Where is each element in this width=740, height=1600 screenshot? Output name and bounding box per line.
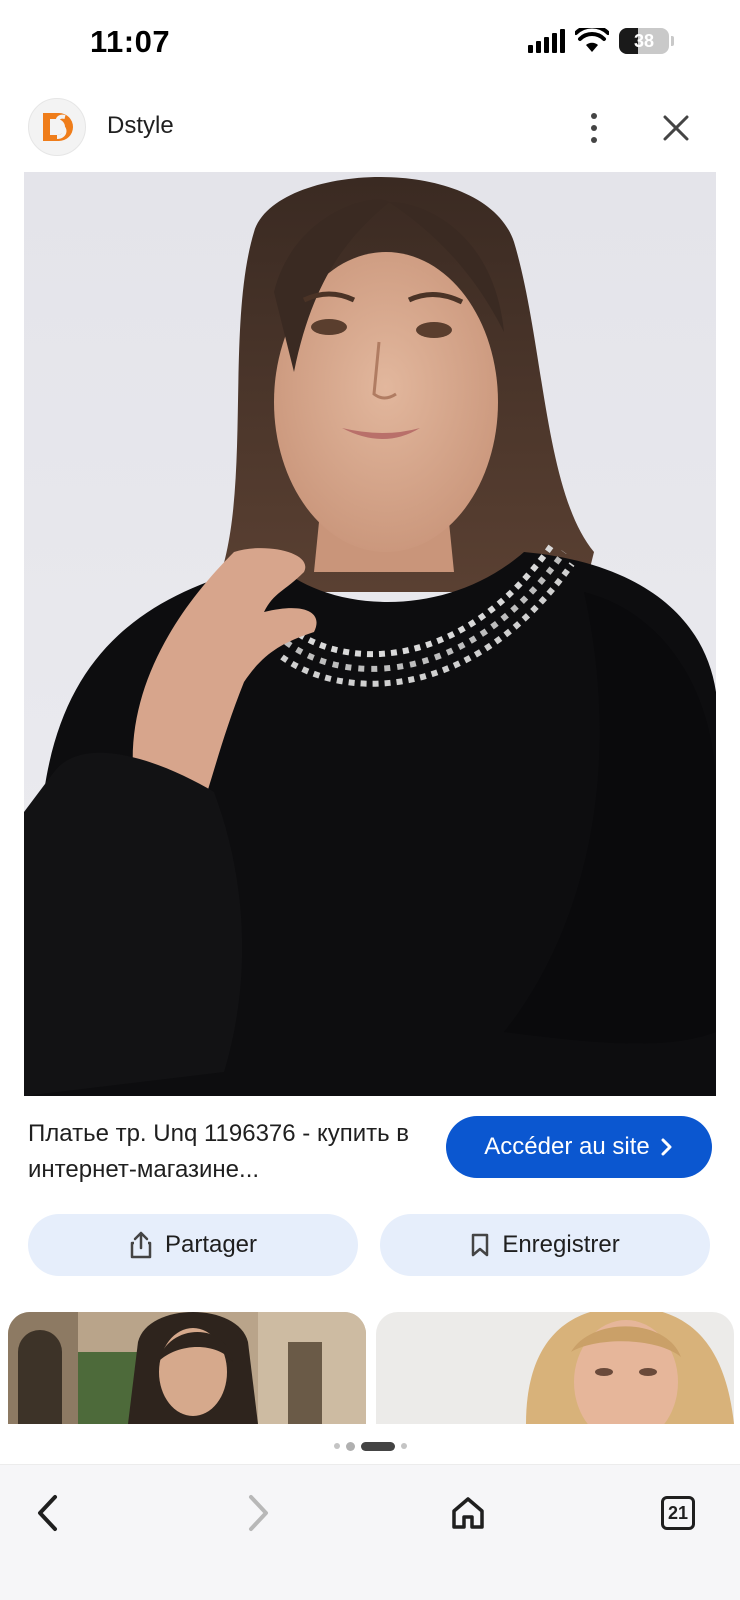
pager-dot — [345, 1441, 355, 1451]
status-bar: 11:07 38 — [0, 0, 740, 88]
status-icons: 38 — [528, 28, 674, 54]
site-name[interactable]: Dstyle — [107, 112, 174, 140]
wifi-icon — [575, 28, 609, 52]
related-image-1[interactable] — [8, 1312, 366, 1424]
product-photo — [24, 172, 716, 1096]
pager-dot — [400, 1443, 407, 1449]
tabs-count: 21 — [661, 1496, 695, 1530]
forward-button[interactable] — [226, 1481, 290, 1545]
forward-arrow-icon — [249, 1495, 268, 1531]
pager-dot-active — [360, 1441, 395, 1451]
main-image[interactable] — [24, 172, 716, 1096]
share-icon — [130, 1231, 152, 1259]
home-icon — [452, 1497, 484, 1529]
logo-mark-icon — [43, 113, 73, 141]
visit-site-label: Accéder au site — [484, 1133, 650, 1160]
dstyle-logo[interactable] — [28, 98, 86, 156]
battery-icon: 38 — [619, 28, 674, 54]
tabs-button[interactable]: 21 — [646, 1481, 710, 1545]
chevron-right-icon — [661, 1138, 672, 1156]
back-arrow-icon — [38, 1495, 57, 1531]
pager-dot — [333, 1443, 340, 1449]
share-button[interactable]: Partager — [28, 1214, 358, 1276]
related-photo-2 — [376, 1312, 734, 1424]
viewer-header: Dstyle — [0, 88, 740, 172]
status-time: 11:07 — [90, 24, 171, 59]
image-pager — [0, 1440, 740, 1452]
bottom-nav: 21 — [0, 1464, 740, 1600]
battery-level: 38 — [633, 30, 655, 51]
close-button[interactable] — [652, 104, 700, 152]
save-button[interactable]: Enregistrer — [380, 1214, 710, 1276]
home-button[interactable] — [436, 1481, 500, 1545]
related-photo-1 — [8, 1312, 366, 1424]
close-icon — [663, 115, 689, 141]
related-image-2[interactable] — [376, 1312, 734, 1424]
result-title[interactable]: Платье тр. Unq 1196376 - купить в интерн… — [28, 1116, 428, 1188]
signal-icon — [528, 29, 565, 53]
more-options-button[interactable] — [570, 102, 618, 154]
save-label: Enregistrer — [502, 1231, 620, 1258]
bookmark-icon — [472, 1233, 489, 1257]
more-vert-icon — [591, 113, 597, 119]
share-label: Partager — [164, 1231, 258, 1258]
back-button[interactable] — [16, 1481, 80, 1545]
visit-site-button[interactable]: Accéder au site — [446, 1116, 712, 1178]
